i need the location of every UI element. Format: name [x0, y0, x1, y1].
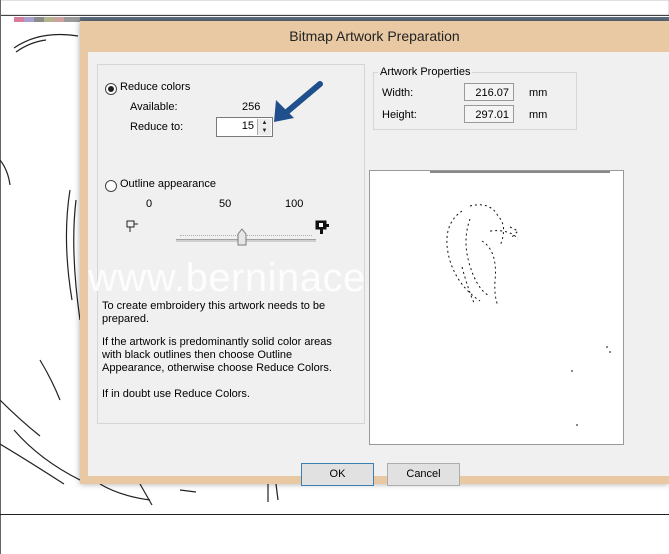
outline-slider-thumb[interactable] [237, 228, 247, 246]
reduce-colors-label[interactable]: Reduce colors [120, 81, 190, 93]
help-text-3: If in doubt use Reduce Colors. [102, 388, 250, 400]
help-text-2: If the artwork is predominantly solid co… [102, 336, 332, 374]
watermark-text: www.berninace [88, 256, 366, 300]
outline-small-icon [126, 220, 138, 232]
height-value: 297.01 [464, 105, 514, 123]
slider-mid-label: 50 [219, 198, 232, 210]
available-label: Available: [130, 101, 178, 113]
width-value: 216.07 [464, 83, 514, 101]
slider-min-label: 0 [146, 198, 153, 210]
outline-appearance-radio[interactable] [105, 180, 117, 192]
reduce-to-stepper[interactable]: 15 ▲ ▼ [216, 117, 273, 137]
width-unit: mm [529, 87, 548, 99]
reduce-to-label: Reduce to: [130, 121, 184, 133]
available-value: 256 [242, 101, 261, 113]
height-label: Height: [382, 109, 417, 121]
blue-arrow-icon [274, 81, 323, 122]
height-unit: mm [529, 109, 548, 121]
slider-max-label: 100 [285, 198, 304, 210]
cancel-button[interactable]: Cancel [387, 463, 460, 486]
reduce-to-value[interactable]: 15 [242, 120, 254, 132]
artwork-properties-group: Artwork Properties Width: 216.07 mm Heig… [373, 66, 577, 130]
bitmap-artwork-dialog: Bitmap Artwork Preparation Reduce colors… [80, 21, 669, 486]
outline-appearance-label[interactable]: Outline appearance [120, 178, 216, 190]
stepper-down-icon[interactable]: ▼ [258, 127, 271, 135]
ok-button[interactable]: OK [301, 463, 374, 486]
artwork-properties-legend: Artwork Properties [378, 66, 473, 78]
preview-drawing [430, 171, 611, 426]
outline-large-icon [315, 220, 329, 234]
help-text-1: To create embroidery this artwork needs … [102, 300, 326, 325]
width-label: Width: [382, 87, 414, 99]
dialog-title: Bitmap Artwork Preparation [289, 28, 460, 44]
artwork-preview [369, 170, 624, 445]
reduce-colors-radio[interactable] [105, 83, 117, 95]
